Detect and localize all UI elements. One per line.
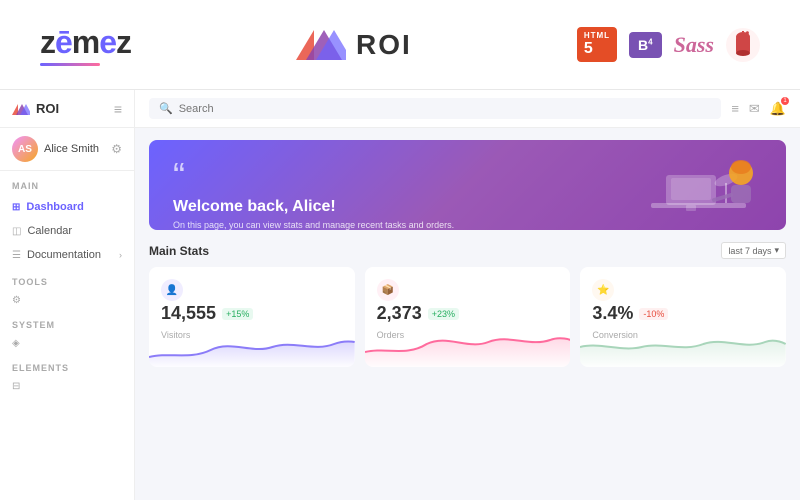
user-settings-icon[interactable]: ⚙ [111,142,122,156]
stat-card-orders: 📦 2,373 +23% Orders [365,267,571,367]
user-row: AS Alice Smith ⚙ [0,128,134,171]
conversion-value-row: 3.4% -10% [592,303,774,324]
visitors-icon: 👤 [161,279,183,301]
sidebar-logo: ROI [12,101,59,116]
stats-section-title: Main Stats [149,244,209,258]
roi-logo: ROI [296,25,412,65]
sidebar-section-system: SYSTEM [0,310,134,334]
main-content: “ Welcome back, Alice! On this page, you… [135,128,800,500]
sass-icon: Sass [674,32,714,58]
tech-stack-icons: HTML 5 B4 Sass [577,27,760,62]
stats-cards: 👤 14,555 +15% Visitors [149,267,786,367]
topbar-icons: ≡ ✉ 🔔 1 [731,100,786,118]
gulp-icon [726,28,760,62]
documentation-icon: ☰ [12,250,21,261]
html5-icon: HTML 5 [577,27,617,62]
zemes-logo-text: zēmez [40,24,131,61]
search-icon: 🔍 [159,102,173,115]
calendar-icon: ◫ [12,226,21,237]
welcome-banner: “ Welcome back, Alice! On this page, you… [149,140,786,230]
sidebar-section-tools: TooLs [0,267,134,291]
conversion-change: -10% [639,308,668,320]
notification-dot: 1 [781,97,789,105]
topbar-mail-icon[interactable]: ✉ [749,101,760,117]
documentation-arrow-icon: › [119,250,122,260]
sidebar: ROI ≡ AS Alice Smith ⚙ MAIN ⊞ Dashboard … [0,90,135,500]
visitors-change: +15% [222,308,253,320]
sidebar-tools-icon-row: ⚙ [0,291,134,310]
dashboard-icon: ⊞ [12,202,20,213]
stats-filter-button[interactable]: last 7 days ▾ [721,242,786,259]
sidebar-logo-text: ROI [36,101,59,116]
visitors-value-row: 14,555 +15% [161,303,343,324]
user-avatar: AS [12,136,38,162]
topbar: 🔍 ≡ ✉ 🔔 1 [135,90,800,128]
calendar-label: Calendar [27,225,72,237]
conversion-value: 3.4% [592,303,633,324]
documentation-label: Documentation [27,249,101,261]
app-container: ROI ≡ AS Alice Smith ⚙ MAIN ⊞ Dashboard … [0,90,800,500]
content-area: 🔍 ≡ ✉ 🔔 1 “ Welcome back, Alice! On this… [135,90,800,500]
sidebar-system-icon-row: ◈ [0,334,134,353]
sidebar-elements-icon-row: ⊟ [0,377,134,396]
stat-card-visitors-header: 👤 [161,279,343,301]
orders-value-row: 2,373 +23% [377,303,559,324]
tools-gear-icon: ⚙ [12,295,21,306]
notification-bell[interactable]: 🔔 1 [770,100,786,118]
user-name-label: Alice Smith [44,143,111,155]
visitors-chart [149,322,355,367]
stat-card-orders-header: 📦 [377,279,559,301]
sidebar-section-elements: ELEMENTS [0,353,134,377]
orders-value: 2,373 [377,303,422,324]
sidebar-roi-icon [12,102,30,116]
visitors-value: 14,555 [161,303,216,324]
zemes-logo-block: zēmez [40,24,131,66]
banner-illustration [636,145,766,230]
search-wrapper: 🔍 [149,98,721,119]
stat-card-conversion: ⭐ 3.4% -10% Conversion [580,267,786,367]
bootstrap-icon: B4 [629,32,662,58]
orders-icon: 📦 [377,279,399,301]
sidebar-header: ROI ≡ [0,90,134,128]
welcome-subtitle: On this page, you can view stats and man… [173,220,473,230]
stat-card-visitors: 👤 14,555 +15% Visitors [149,267,355,367]
top-banner: zēmez ROI HTML 5 B4 Sass [0,0,800,90]
stat-card-conversion-header: ⭐ [592,279,774,301]
roi-label-text: ROI [356,29,412,61]
sidebar-item-documentation[interactable]: ☰ Documentation › [0,243,134,267]
orders-change: +23% [428,308,459,320]
sidebar-section-main: MAIN [0,171,134,195]
system-icon: ◈ [12,338,20,349]
conversion-icon: ⭐ [592,279,614,301]
search-input[interactable] [179,103,712,115]
sidebar-item-calendar[interactable]: ◫ Calendar [0,219,134,243]
topbar-menu-icon[interactable]: ≡ [731,101,739,116]
elements-icon: ⊟ [12,381,20,392]
sidebar-menu-icon[interactable]: ≡ [114,101,122,117]
roi-triangle-icon [296,25,346,65]
stats-header: Main Stats last 7 days ▾ [149,242,786,259]
dashboard-label: Dashboard [26,201,83,213]
filter-label: last 7 days [728,246,771,256]
zemes-underline [40,63,100,66]
sidebar-item-dashboard[interactable]: ⊞ Dashboard [0,195,134,219]
orders-chart [365,322,571,367]
conversion-chart [580,322,786,367]
filter-arrow-icon: ▾ [774,245,779,256]
